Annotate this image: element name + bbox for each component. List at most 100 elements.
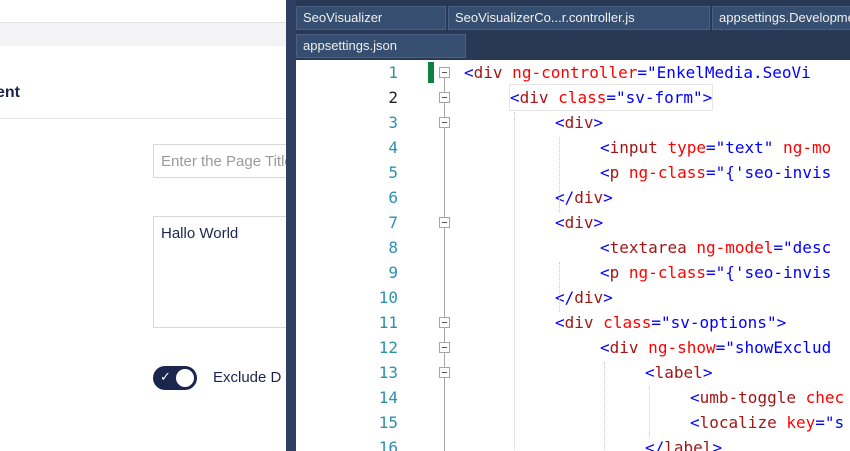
- line-number: 10: [378, 288, 398, 307]
- code-line: <div ng-controller="EnkelMedia.SeoVi: [464, 60, 811, 85]
- tab-appsettings-json[interactable]: appsettings.json: [296, 34, 466, 58]
- code-token: div: [564, 113, 594, 132]
- code-line: </div>: [555, 285, 613, 310]
- collapse-icon[interactable]: [439, 342, 450, 353]
- code-token: <: [555, 313, 565, 332]
- collapse-icon[interactable]: [439, 117, 450, 128]
- code-token: {'seo-invis: [725, 163, 832, 182]
- code-token: <: [600, 238, 610, 257]
- code-token: >: [702, 363, 713, 382]
- code-token: >: [603, 188, 613, 207]
- code-line: <localize key="s: [690, 410, 844, 435]
- code-line: <p ng-class="{'seo-invis: [600, 260, 831, 285]
- code-token: chec: [795, 388, 845, 407]
- tab-controller-js[interactable]: SeoVisualizerCo...r.controller.js: [448, 6, 710, 30]
- code-token: ">: [693, 88, 713, 107]
- code-token: showExclud: [734, 338, 832, 357]
- code-token: div: [473, 63, 503, 82]
- tab-appsettings-development[interactable]: appsettings.Development.json: [712, 6, 850, 30]
- panel-header: ent: [0, 46, 286, 119]
- code-token: p: [609, 163, 620, 182]
- code-area[interactable]: <div ng-controller="EnkelMedia.SeoVi <div…: [464, 60, 850, 451]
- line-number: 13: [378, 363, 398, 382]
- page-title-input[interactable]: Enter the Page Title: [153, 144, 286, 178]
- indent-guide: [559, 262, 560, 312]
- code-token: >: [593, 113, 604, 132]
- description-textarea[interactable]: Hallo World: [153, 216, 286, 328]
- code-line: <div ng-show="showExclud: [600, 335, 831, 360]
- collapse-icon[interactable]: [439, 92, 450, 103]
- code-token: ng-mo: [773, 138, 832, 157]
- code-token: class: [548, 88, 607, 107]
- code-token: key: [776, 413, 816, 432]
- code-token: =": [815, 413, 835, 432]
- code-token: <: [555, 213, 565, 232]
- line-number: 9: [388, 263, 398, 282]
- page-title-placeholder: Enter the Page Title: [161, 153, 286, 170]
- code-token: s: [834, 413, 845, 432]
- description-value: Hallo World: [161, 225, 239, 242]
- code-token: ng-class: [619, 163, 706, 182]
- code-token: >: [712, 438, 723, 451]
- code-token: text: [725, 138, 764, 157]
- indent-guide: [514, 112, 515, 451]
- code-token: ng-controller: [502, 63, 638, 82]
- code-token: </: [555, 288, 575, 307]
- code-token: umb-toggle: [699, 388, 796, 407]
- editor-gutter: 1 2 3 4 5 6 7 8 9 10 11 12 13 14 15 16: [296, 60, 450, 451]
- code-token: <: [600, 338, 610, 357]
- code-token: <: [600, 138, 610, 157]
- code-token: </: [555, 188, 575, 207]
- code-token: class: [593, 313, 652, 332]
- code-line: <textarea ng-model="desc: [600, 235, 831, 260]
- exclude-toggle[interactable]: ✓: [153, 366, 197, 390]
- fold-line: [444, 78, 445, 451]
- code-token: p: [609, 263, 620, 282]
- code-line: <div class="sv-options">: [555, 310, 786, 335]
- line-number: 15: [378, 413, 398, 432]
- line-number: 5: [388, 163, 398, 182]
- code-token: EnkelMedia.SeoVi: [656, 63, 811, 82]
- code-line: <p ng-class="{'seo-invis: [600, 160, 831, 185]
- code-token: =": [637, 63, 657, 82]
- code-token: =": [705, 263, 726, 282]
- code-token: div: [564, 313, 594, 332]
- collapse-icon[interactable]: [439, 67, 450, 78]
- code-token: ": [763, 138, 774, 157]
- backoffice-panel: ent Enter the Page Title Hallo World ✓ E…: [0, 0, 286, 451]
- code-token: ng-show: [638, 338, 716, 357]
- code-line: <div class="sv-form">: [508, 84, 714, 111]
- code-token: >: [603, 288, 613, 307]
- line-number: 4: [388, 138, 398, 157]
- line-number: 12: [378, 338, 398, 357]
- code-token: </: [645, 438, 665, 451]
- editor-surface[interactable]: 1 2 3 4 5 6 7 8 9 10 11 12 13 14 15 16 <div ng-controll…: [296, 60, 850, 451]
- indent-guide: [559, 137, 560, 212]
- code-line: <div>: [555, 110, 603, 135]
- code-token: div: [519, 88, 549, 107]
- line-number: 6: [388, 188, 398, 207]
- code-token: =": [705, 138, 726, 157]
- code-token: <: [645, 363, 655, 382]
- indent-guide: [604, 362, 605, 451]
- code-token: localize: [699, 413, 777, 432]
- collapse-icon[interactable]: [439, 217, 450, 228]
- collapse-icon[interactable]: [439, 367, 450, 378]
- code-token: label: [664, 438, 713, 451]
- code-token: <: [690, 413, 700, 432]
- code-token: sv-options: [670, 313, 767, 332]
- code-token: <: [690, 388, 700, 407]
- code-line: </div>: [555, 185, 613, 210]
- code-token: div: [564, 213, 594, 232]
- code-line: <input type="text" ng-mo: [600, 135, 831, 160]
- backoffice-top-bar: [0, 0, 286, 23]
- code-token: ">: [766, 313, 787, 332]
- code-token: div: [574, 188, 604, 207]
- code-token: label: [654, 363, 703, 382]
- window-edge: [286, 0, 296, 451]
- code-token: =": [705, 163, 726, 182]
- collapse-icon[interactable]: [439, 317, 450, 328]
- code-token: sv-form: [625, 88, 694, 107]
- tab-seovisualizer[interactable]: SeoVisualizer: [296, 6, 446, 30]
- code-token: =": [773, 238, 793, 257]
